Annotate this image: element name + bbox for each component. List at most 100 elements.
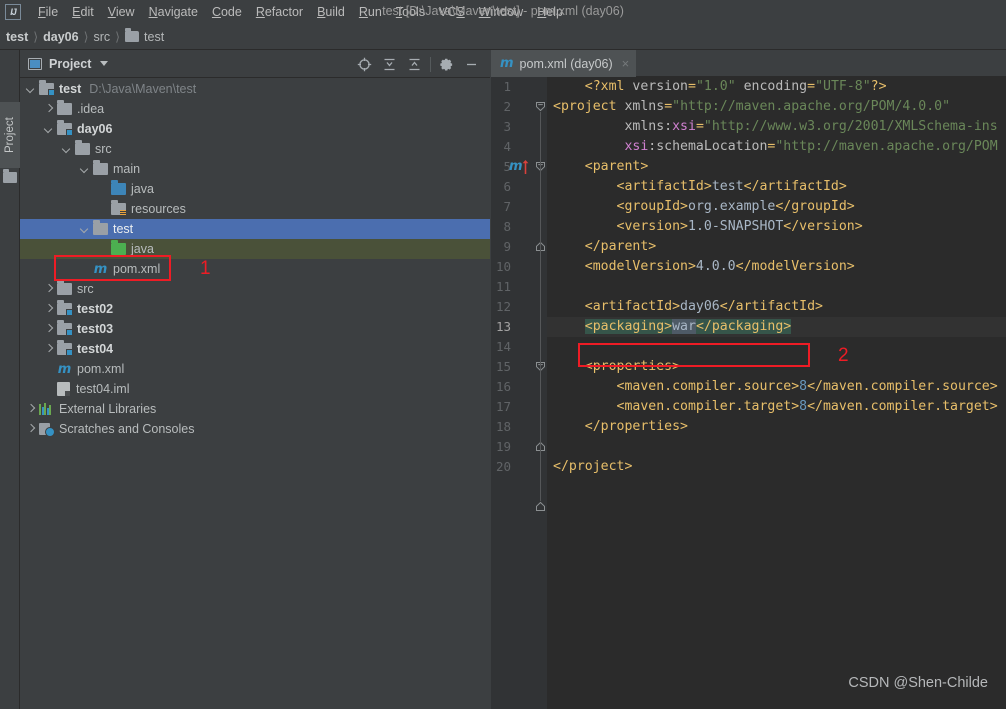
- chevron-down-icon[interactable]: [80, 225, 89, 234]
- tree-node-java[interactable]: java: [20, 239, 490, 259]
- tree-node-test[interactable]: test: [20, 219, 490, 239]
- tree-node-label: java: [131, 182, 154, 196]
- folder-icon: [75, 140, 90, 155]
- hide-icon[interactable]: [459, 52, 484, 77]
- tree-node--idea[interactable]: .idea: [20, 99, 490, 119]
- folder-icon: [57, 320, 73, 336]
- code-line[interactable]: <project xmlns="http://maven.apache.org/…: [547, 97, 1006, 117]
- code-line[interactable]: </properties>: [547, 417, 1006, 437]
- menu-item-code[interactable]: Code: [205, 3, 249, 21]
- editor-tab-pom-xml[interactable]: m pom.xml (day06) ×: [491, 50, 637, 77]
- fold-marker-collapse-icon[interactable]: [535, 101, 546, 112]
- tree-node-pom-xml[interactable]: m pom.xml: [20, 259, 490, 279]
- chevron-right-icon[interactable]: [44, 345, 53, 354]
- code-line[interactable]: [547, 337, 1006, 357]
- project-panel-title: Project: [49, 56, 92, 71]
- code-line[interactable]: </parent>: [547, 237, 1006, 257]
- code-line[interactable]: <maven.compiler.source>8</maven.compiler…: [547, 377, 1006, 397]
- tree-node-main[interactable]: main: [20, 159, 490, 179]
- menu-item-refactor[interactable]: Refactor: [249, 3, 310, 21]
- code-line[interactable]: xsi:schemaLocation="http://maven.apache.…: [547, 137, 1006, 157]
- chevron-right-icon[interactable]: [44, 305, 53, 314]
- chevron-down-icon[interactable]: [62, 145, 71, 154]
- breadcrumb-item-module[interactable]: day06: [43, 30, 78, 44]
- gear-icon[interactable]: [434, 52, 459, 77]
- code-line[interactable]: </project>: [547, 457, 1006, 477]
- tree-node-src[interactable]: src: [20, 279, 490, 299]
- fold-marker-end-icon[interactable]: [535, 501, 546, 512]
- project-tree[interactable]: test D:\Java\Maven\test .idea day06 src main j…: [20, 79, 490, 709]
- chevron-right-icon[interactable]: [26, 425, 35, 434]
- chevron-down-icon[interactable]: [26, 85, 35, 94]
- code-line[interactable]: <artifactId>test</artifactId>: [547, 177, 1006, 197]
- tool-window-button-project[interactable]: Project: [0, 102, 20, 168]
- tree-node-test04-iml[interactable]: test04.iml: [20, 379, 490, 399]
- code-token: xmlns: [624, 99, 665, 114]
- breadcrumb-item-project[interactable]: test: [6, 30, 28, 44]
- select-opened-file-icon[interactable]: [352, 52, 377, 77]
- tree-node-external-libraries[interactable]: External Libraries: [20, 399, 490, 419]
- folder-icon: [57, 280, 72, 295]
- folder-icon: [93, 160, 108, 175]
- code-line[interactable]: <packaging>war</packaging>: [547, 317, 1006, 337]
- breadcrumb-separator-icon: ⟩: [33, 30, 39, 44]
- project-panel-header: Project: [20, 50, 490, 78]
- tree-node-pom-xml[interactable]: m pom.xml: [20, 359, 490, 379]
- tree-node-test04[interactable]: test04: [20, 339, 490, 359]
- code-line[interactable]: [547, 277, 1006, 297]
- tree-node-java[interactable]: java: [20, 179, 490, 199]
- menu-item-view[interactable]: View: [101, 3, 142, 21]
- code-line[interactable]: <properties>: [547, 357, 1006, 377]
- maven-parent-icon[interactable]: m: [509, 157, 523, 177]
- breadcrumb-item-test[interactable]: test: [144, 30, 164, 44]
- code-line[interactable]: <maven.compiler.target>8</maven.compiler…: [547, 397, 1006, 417]
- code-line[interactable]: <version>1.0-SNAPSHOT</version>: [547, 217, 1006, 237]
- menu-item-file[interactable]: File: [31, 3, 65, 21]
- close-icon[interactable]: ×: [622, 56, 630, 71]
- parent-arrow-icon[interactable]: [522, 159, 529, 175]
- code-line[interactable]: <artifactId>day06</artifactId>: [547, 297, 1006, 317]
- menu-item-navigate[interactable]: Navigate: [142, 3, 205, 21]
- chevron-down-icon[interactable]: [80, 165, 89, 174]
- collapse-all-icon[interactable]: [402, 52, 427, 77]
- code-line[interactable]: <parent>: [547, 157, 1006, 177]
- code-token: </properties>: [584, 419, 688, 434]
- chevron-right-icon[interactable]: [26, 405, 35, 414]
- code-token: "UTF-8": [815, 79, 871, 94]
- tree-node-day06[interactable]: day06: [20, 119, 490, 139]
- code-viewport[interactable]: 1 2 3 4 5 6 7 8 9 10 11 12 13 14 15 16 17 18 19 20: [491, 77, 1006, 709]
- chevron-right-icon[interactable]: [44, 105, 53, 114]
- tree-node-test02[interactable]: test02: [20, 299, 490, 319]
- code-token: </maven.compiler.target>: [807, 399, 998, 414]
- code-line[interactable]: <modelVersion>4.0.0</modelVersion>: [547, 257, 1006, 277]
- tree-node-test03[interactable]: test03: [20, 319, 490, 339]
- code-line[interactable]: xmlns:xsi="http://www.w3.org/2001/XMLSch…: [547, 117, 1006, 137]
- code-line[interactable]: [547, 437, 1006, 457]
- code-token: </artifactId>: [743, 179, 847, 194]
- tree-node-test[interactable]: test D:\Java\Maven\test: [20, 79, 490, 99]
- editor-gutter[interactable]: 1 2 3 4 5 6 7 8 9 10 11 12 13 14 15 16 17 18 19 20: [491, 77, 547, 709]
- code-line[interactable]: <?xml version="1.0" encoding="UTF-8"?>: [547, 77, 1006, 97]
- tree-node-src[interactable]: src: [20, 139, 490, 159]
- breadcrumb-item-src[interactable]: src: [93, 30, 110, 44]
- folder-icon: [39, 80, 55, 96]
- tree-node-scratches-and-consoles[interactable]: Scratches and Consoles: [20, 419, 490, 439]
- code-token: "1.0": [695, 79, 736, 94]
- code-line[interactable]: <groupId>org.example</groupId>: [547, 197, 1006, 217]
- code-content[interactable]: <?xml version="1.0" encoding="UTF-8"?> <p…: [547, 77, 1006, 709]
- menu-item-build[interactable]: Build: [310, 3, 352, 21]
- chevron-down-icon[interactable]: [44, 125, 53, 134]
- chevron-right-icon[interactable]: [44, 285, 53, 294]
- chevron-right-icon[interactable]: [44, 325, 53, 334]
- tree-node-resources[interactable]: resources: [20, 199, 490, 219]
- code-token: =: [695, 119, 704, 134]
- menu-item-edit[interactable]: Edit: [65, 3, 101, 21]
- folder-icon: [111, 240, 126, 255]
- chevron-down-icon[interactable]: [100, 61, 109, 66]
- project-panel-toolbar: [352, 50, 484, 78]
- expand-all-icon[interactable]: [377, 52, 402, 77]
